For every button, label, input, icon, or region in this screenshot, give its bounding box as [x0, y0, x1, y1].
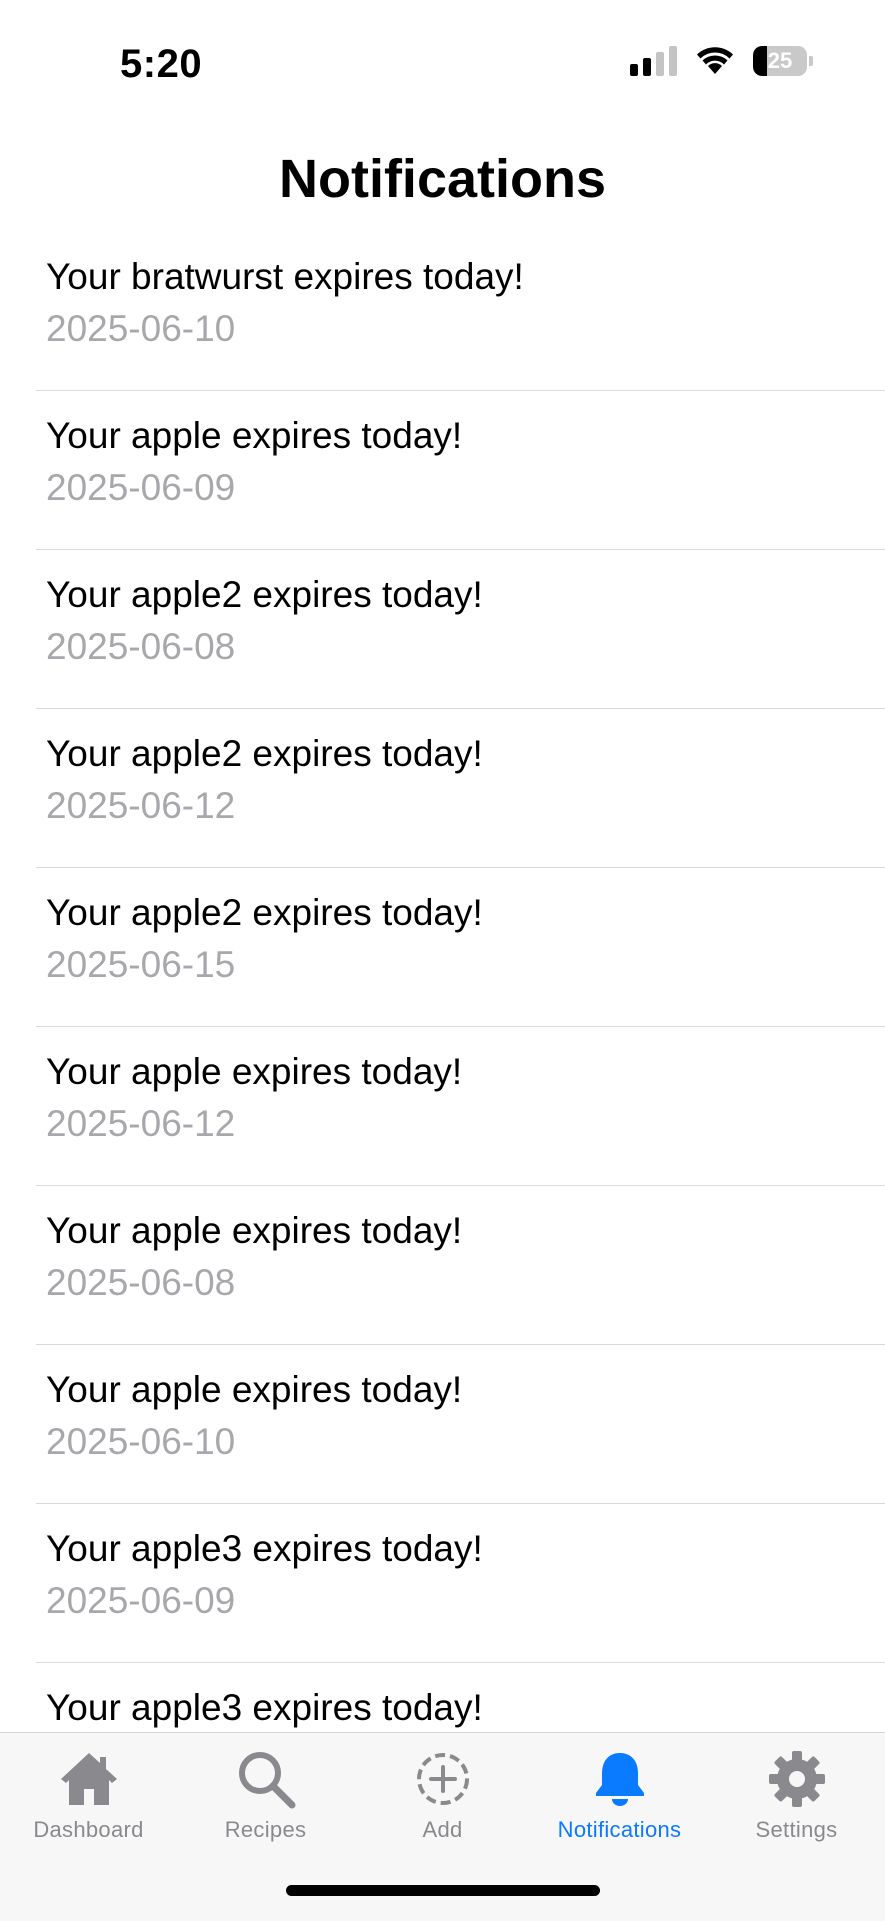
notification-date: 2025-06-08	[46, 1262, 236, 1303]
battery-icon: 25	[753, 46, 813, 76]
notification-message: Your apple expires today!	[46, 415, 463, 456]
notification-message: Your apple2 expires today!	[46, 574, 483, 615]
notification-item[interactable]: Your apple expires today! 2025-06-09	[36, 391, 885, 550]
notification-item[interactable]: Your apple2 expires today! 2025-06-08	[36, 550, 885, 709]
notification-message: Your apple2 expires today!	[46, 733, 483, 774]
notification-date: 2025-06-09	[46, 1580, 236, 1621]
tab-label: Settings	[755, 1817, 838, 1842]
notification-date: 2025-06-08	[46, 626, 236, 667]
notification-message: Your apple expires today!	[46, 1369, 463, 1410]
notification-item[interactable]: Your apple3 expires today! 2025-06-09	[36, 1504, 885, 1663]
notification-item[interactable]: Your bratwurst expires today! 2025-06-10	[36, 232, 885, 391]
notification-message: Your bratwurst expires today!	[46, 256, 524, 297]
notification-date: 2025-06-10	[46, 1421, 236, 1462]
plus-circle-dashed-icon	[416, 1753, 469, 1805]
tab-bar: Dashboard Recipes Add Notifications Sett…	[0, 1732, 885, 1921]
notification-item[interactable]: Your apple2 expires today! 2025-06-12	[36, 709, 885, 868]
notification-item[interactable]: Your apple expires today! 2025-06-10	[36, 1345, 885, 1504]
tab-recipes[interactable]: Recipes	[177, 1733, 354, 1853]
wifi-icon	[697, 47, 733, 74]
notification-list[interactable]: Your bratwurst expires today! 2025-06-10…	[0, 232, 885, 1732]
tab-label: Add	[422, 1817, 463, 1842]
notification-date: 2025-06-12	[46, 785, 236, 826]
notification-message: Your apple expires today!	[46, 1210, 463, 1251]
notification-date: 2025-06-15	[46, 944, 236, 985]
notification-date: 2025-06-12	[46, 1103, 236, 1144]
notification-message: Your apple2 expires today!	[46, 892, 483, 933]
tab-label: Recipes	[224, 1817, 307, 1842]
cellular-signal-icon	[630, 46, 677, 76]
home-indicator	[286, 1885, 600, 1896]
notification-message: Your apple expires today!	[46, 1051, 463, 1092]
status-indicators: 25	[630, 46, 813, 76]
gear-icon	[768, 1751, 825, 1807]
notification-item[interactable]: Your apple3 expires today!	[36, 1663, 885, 1732]
notification-item[interactable]: Your apple expires today! 2025-06-08	[36, 1186, 885, 1345]
tab-settings[interactable]: Settings	[708, 1733, 885, 1853]
bell-icon	[595, 1753, 644, 1806]
tab-label: Dashboard	[33, 1817, 144, 1842]
notification-item[interactable]: Your apple expires today! 2025-06-12	[36, 1027, 885, 1186]
status-time: 5:20	[120, 42, 203, 86]
notification-message: Your apple3 expires today!	[46, 1687, 483, 1728]
notification-message: Your apple3 expires today!	[46, 1528, 483, 1569]
notification-date: 2025-06-10	[46, 308, 236, 349]
house-icon	[60, 1753, 117, 1805]
notification-date: 2025-06-09	[46, 467, 236, 508]
tab-label: Notifications	[557, 1817, 682, 1842]
status-bar: 5:20 25	[0, 0, 885, 130]
tab-dashboard[interactable]: Dashboard	[0, 1733, 177, 1853]
notification-item[interactable]: Your apple2 expires today! 2025-06-15	[36, 868, 885, 1027]
tab-add[interactable]: Add	[354, 1733, 531, 1853]
battery-level: 25	[767, 48, 793, 73]
magnifying-glass-icon	[238, 1752, 295, 1809]
tab-notifications[interactable]: Notifications	[531, 1733, 708, 1853]
page-title: Notifications	[278, 149, 606, 209]
